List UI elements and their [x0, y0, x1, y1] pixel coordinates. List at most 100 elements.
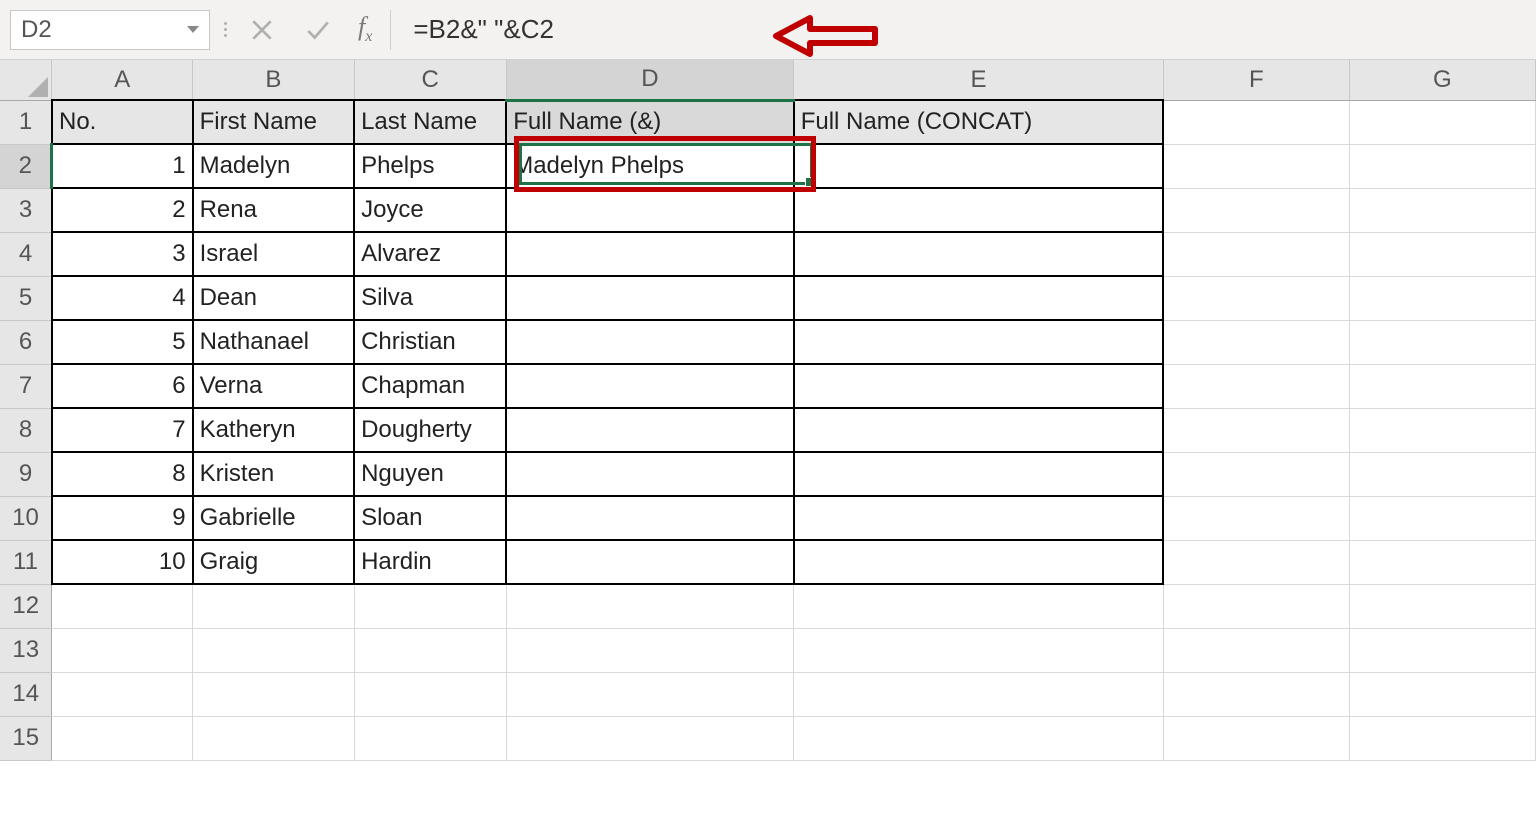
cell-A5[interactable]: 4 [52, 276, 193, 320]
cell-D5[interactable] [506, 276, 793, 320]
cell-A11[interactable]: 10 [52, 540, 193, 584]
cell-E7[interactable] [794, 364, 1164, 408]
cell-D3[interactable] [506, 188, 793, 232]
cell-C15[interactable] [354, 716, 506, 760]
cell-E10[interactable] [794, 496, 1164, 540]
cell-B8[interactable]: Katheryn [193, 408, 354, 452]
cell-G1[interactable] [1349, 100, 1535, 144]
row-header-8[interactable]: 8 [0, 408, 52, 452]
cell-F8[interactable] [1163, 408, 1349, 452]
row-header-4[interactable]: 4 [0, 232, 52, 276]
cell-G15[interactable] [1349, 716, 1535, 760]
cell-B11[interactable]: Graig [193, 540, 354, 584]
cell-C8[interactable]: Dougherty [354, 408, 506, 452]
formula-input[interactable]: =B2&" "&C2 [403, 10, 1526, 50]
cell-C6[interactable]: Christian [354, 320, 506, 364]
cell-D8[interactable] [506, 408, 793, 452]
cell-A2[interactable]: 1 [52, 144, 193, 188]
cell-F6[interactable] [1163, 320, 1349, 364]
col-header-D[interactable]: D [506, 60, 793, 100]
cell-F3[interactable] [1163, 188, 1349, 232]
row-header-13[interactable]: 13 [0, 628, 52, 672]
cell-D6[interactable] [506, 320, 793, 364]
row-header-5[interactable]: 5 [0, 276, 52, 320]
cell-G7[interactable] [1349, 364, 1535, 408]
cell-G4[interactable] [1349, 232, 1535, 276]
row-header-3[interactable]: 3 [0, 188, 52, 232]
cell-G8[interactable] [1349, 408, 1535, 452]
cell-C5[interactable]: Silva [354, 276, 506, 320]
cell-D7[interactable] [506, 364, 793, 408]
cell-B1[interactable]: First Name [193, 100, 354, 144]
cell-A8[interactable]: 7 [52, 408, 193, 452]
cell-F4[interactable] [1163, 232, 1349, 276]
cell-G12[interactable] [1349, 584, 1535, 628]
cell-D10[interactable] [506, 496, 793, 540]
cell-A6[interactable]: 5 [52, 320, 193, 364]
cell-D11[interactable] [506, 540, 793, 584]
cell-D12[interactable] [506, 584, 793, 628]
cell-F9[interactable] [1163, 452, 1349, 496]
cell-C13[interactable] [354, 628, 506, 672]
cell-A12[interactable] [52, 584, 193, 628]
cell-F7[interactable] [1163, 364, 1349, 408]
cell-G9[interactable] [1349, 452, 1535, 496]
cell-E5[interactable] [794, 276, 1164, 320]
cell-B15[interactable] [193, 716, 354, 760]
cell-E3[interactable] [794, 188, 1164, 232]
cell-C12[interactable] [354, 584, 506, 628]
cell-G11[interactable] [1349, 540, 1535, 584]
row-header-9[interactable]: 9 [0, 452, 52, 496]
cell-E2[interactable] [794, 144, 1164, 188]
cell-C9[interactable]: Nguyen [354, 452, 506, 496]
cell-G13[interactable] [1349, 628, 1535, 672]
cell-D4[interactable] [506, 232, 793, 276]
cell-F5[interactable] [1163, 276, 1349, 320]
cell-E9[interactable] [794, 452, 1164, 496]
row-header-2[interactable]: 2 [0, 144, 52, 188]
cell-G2[interactable] [1349, 144, 1535, 188]
cell-E1[interactable]: Full Name (CONCAT) [794, 100, 1164, 144]
cell-A9[interactable]: 8 [52, 452, 193, 496]
cell-C2[interactable]: Phelps [354, 144, 506, 188]
cell-A3[interactable]: 2 [52, 188, 193, 232]
cell-F14[interactable] [1163, 672, 1349, 716]
cell-B5[interactable]: Dean [193, 276, 354, 320]
cell-D14[interactable] [506, 672, 793, 716]
cell-A10[interactable]: 9 [52, 496, 193, 540]
cell-A13[interactable] [52, 628, 193, 672]
enter-button[interactable] [296, 10, 340, 50]
cell-D13[interactable] [506, 628, 793, 672]
col-header-F[interactable]: F [1163, 60, 1349, 100]
col-header-B[interactable]: B [193, 60, 354, 100]
col-header-G[interactable]: G [1349, 60, 1535, 100]
cell-C14[interactable] [354, 672, 506, 716]
cell-G6[interactable] [1349, 320, 1535, 364]
cell-F15[interactable] [1163, 716, 1349, 760]
col-header-A[interactable]: A [52, 60, 193, 100]
cell-C4[interactable]: Alvarez [354, 232, 506, 276]
insert-function-button[interactable]: fx [352, 12, 378, 46]
row-header-14[interactable]: 14 [0, 672, 52, 716]
col-header-C[interactable]: C [354, 60, 506, 100]
cell-B14[interactable] [193, 672, 354, 716]
row-header-15[interactable]: 15 [0, 716, 52, 760]
cell-C3[interactable]: Joyce [354, 188, 506, 232]
cell-A7[interactable]: 6 [52, 364, 193, 408]
cell-A1[interactable]: No. [52, 100, 193, 144]
cell-B13[interactable] [193, 628, 354, 672]
cell-F2[interactable] [1163, 144, 1349, 188]
cell-B9[interactable]: Kristen [193, 452, 354, 496]
cell-B4[interactable]: Israel [193, 232, 354, 276]
row-header-1[interactable]: 1 [0, 100, 52, 144]
cell-G10[interactable] [1349, 496, 1535, 540]
cell-F12[interactable] [1163, 584, 1349, 628]
cell-E15[interactable] [794, 716, 1164, 760]
cell-E11[interactable] [794, 540, 1164, 584]
cell-F1[interactable] [1163, 100, 1349, 144]
cell-B12[interactable] [193, 584, 354, 628]
cell-F13[interactable] [1163, 628, 1349, 672]
cell-G5[interactable] [1349, 276, 1535, 320]
cell-B3[interactable]: Rena [193, 188, 354, 232]
spreadsheet-area[interactable]: ABCDEFG1No.First NameLast NameFull Name … [0, 60, 1536, 835]
